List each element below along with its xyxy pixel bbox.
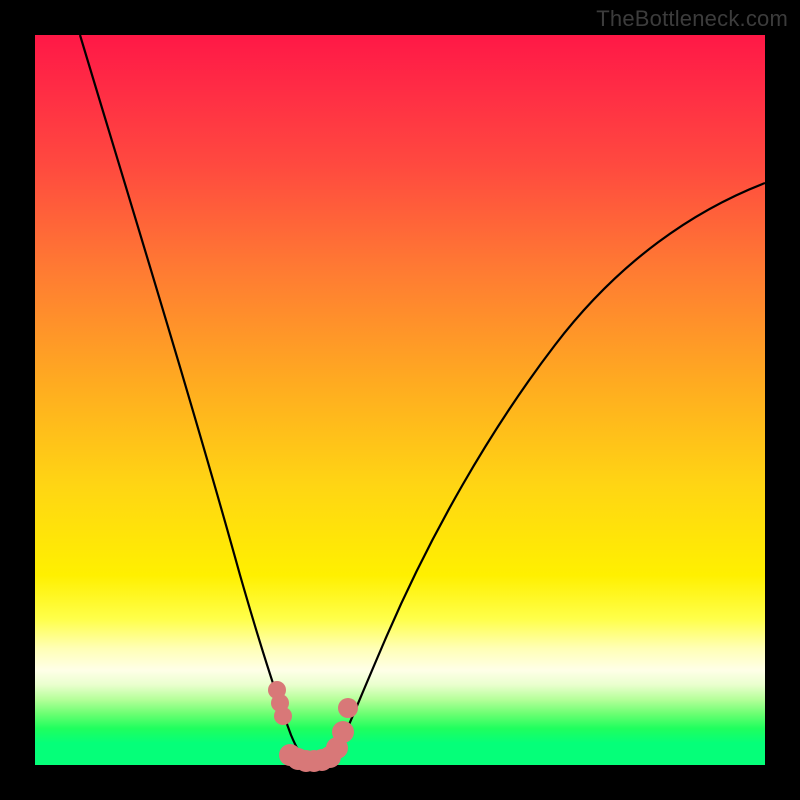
min-marker: [332, 721, 354, 743]
curve-right-branch: [333, 183, 765, 760]
curve-layer: [35, 35, 765, 765]
frame: TheBottleneck.com: [0, 0, 800, 800]
watermark: TheBottleneck.com: [596, 6, 788, 32]
min-marker: [274, 707, 292, 725]
min-marker: [338, 698, 358, 718]
min-marker-group: [268, 681, 358, 772]
plot-area: [35, 35, 765, 765]
curve-left-branch: [80, 35, 306, 761]
